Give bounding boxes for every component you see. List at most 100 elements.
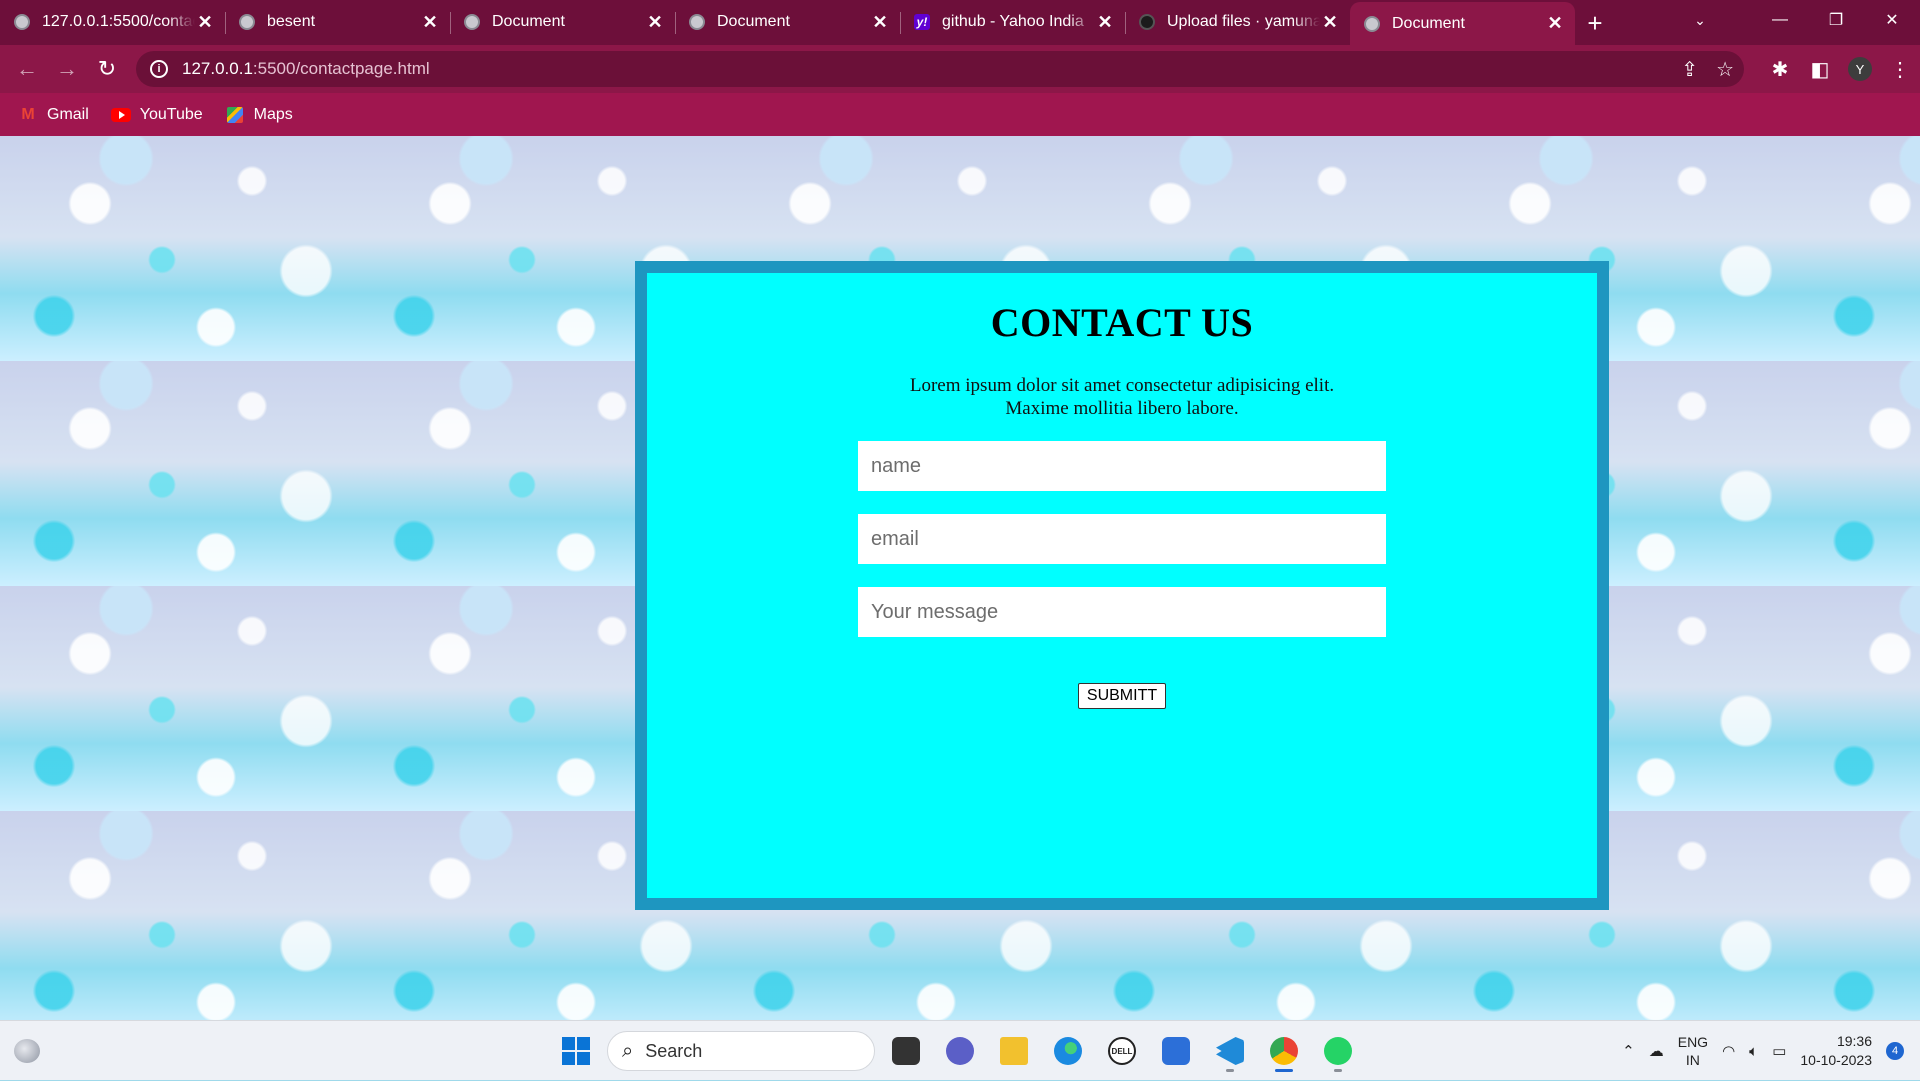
email-input[interactable] <box>858 514 1386 564</box>
edge-icon <box>1054 1037 1082 1065</box>
time: 19:36 <box>1836 1033 1872 1049</box>
bookmark-youtube[interactable]: YouTube <box>110 105 203 124</box>
volume-icon[interactable]: 🔈︎ <box>1749 1043 1758 1060</box>
bookmarks-bar: M Gmail YouTube Maps <box>0 93 1920 136</box>
close-tab-icon[interactable]: ✕ <box>195 12 215 33</box>
wifi-icon[interactable]: ◠ <box>1722 1042 1735 1060</box>
tab-title: 127.0.0.1:5500/contactpage.html <box>42 13 195 30</box>
back-icon[interactable]: ← <box>10 52 44 86</box>
tab-document-1[interactable]: Document ✕ <box>450 2 675 42</box>
taskbar-app-edge[interactable] <box>1045 1029 1091 1073</box>
taskbar-app-folder[interactable] <box>991 1029 1037 1073</box>
maps-icon <box>226 106 243 123</box>
taskbar-app-whatsapp[interactable] <box>1315 1029 1361 1073</box>
contact-description: Lorem ipsum dolor sit amet consectetur a… <box>909 375 1335 419</box>
new-tab-button[interactable]: + <box>1575 3 1615 43</box>
chrome-icon <box>1270 1037 1298 1065</box>
taskbar-app-dell[interactable]: DELL <box>1099 1029 1145 1073</box>
address-url[interactable]: 127.0.0.1:5500/contactpage.html <box>182 59 430 79</box>
date: 10-10-2023 <box>1800 1052 1872 1068</box>
share-icon[interactable]: ⇪ <box>1681 57 1698 82</box>
taskbar-app-vscode[interactable] <box>1207 1029 1253 1073</box>
tab-document-2[interactable]: Document ✕ <box>675 2 900 42</box>
taskbar-app-teams[interactable] <box>937 1029 983 1073</box>
extensions-icon[interactable]: ✱ <box>1760 51 1800 87</box>
clock[interactable]: 19:36 10-10-2023 <box>1800 1032 1872 1070</box>
yahoo-icon: y! <box>914 14 930 30</box>
window-controls: — ❐ ✕ <box>1752 0 1920 40</box>
tab-title: Document <box>717 13 790 30</box>
weather-icon[interactable] <box>14 1039 40 1063</box>
store-icon <box>1162 1037 1190 1065</box>
name-input[interactable] <box>858 441 1386 491</box>
globe-icon <box>1364 15 1380 32</box>
globe-icon <box>689 14 705 30</box>
tab-github-upload[interactable]: Upload files · yamuna ✕ <box>1125 2 1350 42</box>
github-icon <box>1139 14 1155 30</box>
message-input[interactable] <box>858 587 1386 637</box>
region-code: IN <box>1685 1052 1700 1068</box>
language-indicator[interactable]: ENG IN <box>1678 1033 1708 1069</box>
notification-badge[interactable]: 4 <box>1886 1042 1904 1060</box>
forward-icon[interactable]: → <box>50 52 84 86</box>
globe-icon <box>464 14 480 30</box>
language-code: ENG <box>1677 1034 1709 1050</box>
teams-icon <box>946 1037 974 1065</box>
battery-icon[interactable]: ▭ <box>1772 1042 1786 1060</box>
close-tab-icon[interactable]: ✕ <box>645 12 665 33</box>
close-tab-icon[interactable]: ✕ <box>870 12 890 33</box>
system-tray: ⌃ ☁ ENG IN ◠ 🔈︎ ▭ 19:36 10-10-2023 4 <box>1622 1021 1920 1081</box>
bookmark-label: Gmail <box>47 105 89 123</box>
search-icon: ⌕ <box>622 1039 634 1062</box>
address-bar[interactable]: i 127.0.0.1:5500/contactpage.html ⇪ ☆ <box>136 51 1744 87</box>
tab-document-active[interactable]: Document ✕ <box>1350 2 1575 45</box>
restore-icon[interactable]: ❐ <box>1808 0 1864 40</box>
taskbar-apps: ⌕ Search DELL <box>553 1029 1361 1073</box>
tab-title: Document <box>492 13 565 30</box>
tab-search-icon[interactable]: ⌄ <box>1680 0 1720 40</box>
side-panel-icon[interactable]: ◧ <box>1800 51 1840 87</box>
profile-button[interactable]: Y <box>1840 51 1880 87</box>
close-window-icon[interactable]: ✕ <box>1864 0 1920 40</box>
taskbar-search[interactable]: ⌕ Search <box>607 1031 875 1071</box>
toolbar-icons: ✱ ◧ Y ⋮ <box>1760 51 1920 87</box>
tab-besent[interactable]: besent ✕ <box>225 2 450 42</box>
site-info-icon[interactable]: i <box>150 60 168 78</box>
close-tab-icon[interactable]: ✕ <box>420 12 440 33</box>
vscode-icon <box>1216 1037 1244 1065</box>
browser-toolbar: ← → ↻ i 127.0.0.1:5500/contactpage.html … <box>0 45 1920 93</box>
globe-icon <box>14 14 30 30</box>
chevron-up-icon[interactable]: ⌃ <box>1622 1042 1635 1060</box>
contact-card-border: CONTACT US Lorem ipsum dolor sit amet co… <box>635 261 1609 910</box>
close-tab-icon[interactable]: ✕ <box>1545 13 1565 34</box>
minimize-icon[interactable]: — <box>1752 0 1808 40</box>
tab-strip: 127.0.0.1:5500/contactpage.html ✕ besent… <box>0 0 1920 45</box>
reload-icon[interactable]: ↻ <box>90 52 124 86</box>
taskbar-app-store[interactable] <box>1153 1029 1199 1073</box>
tab-contactpage[interactable]: 127.0.0.1:5500/contactpage.html ✕ <box>0 2 225 42</box>
page-background: CONTACT US Lorem ipsum dolor sit amet co… <box>0 136 1920 1020</box>
close-tab-icon[interactable]: ✕ <box>1320 12 1340 33</box>
menu-icon[interactable]: ⋮ <box>1880 51 1920 87</box>
tab-yahoo-search[interactable]: y! github - Yahoo India ✕ <box>900 2 1125 42</box>
url-path: :5500/contactpage.html <box>252 59 430 78</box>
bookmark-maps[interactable]: Maps <box>225 106 293 124</box>
youtube-icon <box>110 107 131 122</box>
bookmark-gmail[interactable]: M Gmail <box>18 105 89 124</box>
taskbar: ⌕ Search DELL ⌃ ☁ ENG IN ◠ 🔈︎ ▭ 19:36 10… <box>0 1020 1920 1080</box>
start-button[interactable] <box>553 1029 599 1073</box>
cloud-error-icon[interactable]: ☁ <box>1649 1042 1664 1060</box>
bookmark-star-icon[interactable]: ☆ <box>1716 57 1734 82</box>
contact-form: CONTACT US Lorem ipsum dolor sit amet co… <box>647 273 1597 898</box>
gmail-icon: M <box>21 105 35 123</box>
taskbar-app-chrome[interactable] <box>1261 1029 1307 1073</box>
windows-icon <box>562 1037 590 1065</box>
submit-button[interactable]: SUBMITT <box>1077 683 1167 709</box>
bookmark-label: Maps <box>253 105 293 123</box>
globe-icon <box>239 14 255 30</box>
tab-title: Upload files · yamuna <box>1167 13 1320 30</box>
close-tab-icon[interactable]: ✕ <box>1095 12 1115 33</box>
taskbar-app-explorer[interactable] <box>883 1029 929 1073</box>
bookmark-label: YouTube <box>139 105 203 123</box>
tab-title: besent <box>267 13 316 30</box>
